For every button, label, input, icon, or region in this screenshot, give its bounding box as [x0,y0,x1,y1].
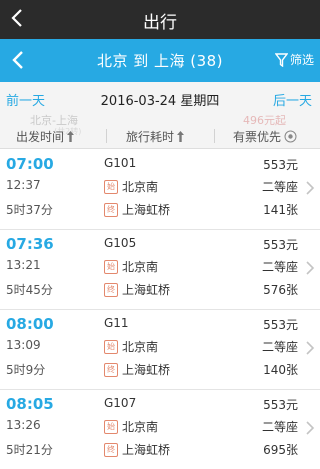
travel-duration: 5时37分 [6,203,53,217]
tickets-available: 576张 [263,283,298,297]
travel-duration: 5时45分 [6,283,53,297]
train-number: G11 [104,316,129,330]
departure-station: 始北京南 [104,258,158,275]
departure-time: 08:05 [6,395,54,413]
departure-station: 始北京南 [104,338,158,355]
end-station-badge: 终 [104,442,118,457]
arrival-time: 12:37 [6,178,41,192]
chevron-right-icon [306,421,315,435]
arrival-station-name: 上海虹桥 [122,203,171,217]
tickets-available: 140张 [263,363,298,377]
ticket-price: 553元 [263,318,298,332]
next-day-button[interactable]: 后一天 [273,90,312,109]
train-row[interactable]: 07:36 13:21 5时45分 G105 始北京南终上海虹桥 553元 二等座 576张 [0,230,320,310]
seat-class: 二等座 [261,260,298,274]
date-navigation: 前一天 2016-03-24 星期四 后一天 [0,82,320,115]
departure-time: 08:00 [6,315,54,333]
chevron-right-icon [306,341,315,355]
filter-label: 筛选 [289,53,314,67]
start-station-badge: 始 [104,259,118,274]
tickets-available: 141张 [263,203,298,217]
train-number: G107 [104,396,137,410]
arrival-station: 终上海虹桥 [104,201,170,218]
train-number: G105 [104,236,137,250]
tickets-available: 695张 [263,443,298,457]
route-title: 北京 到 上海 (38) [96,52,224,70]
train-number: G101 [104,156,137,170]
arrival-station-name: 上海虹桥 [122,443,171,457]
arrival-station: 终上海虹桥 [104,361,170,378]
train-row[interactable]: 08:05 13:26 5时21分 G107 始北京南终上海虹桥 553元 二等座 695张 [0,390,320,469]
route-title-bar: 北京 到 上海 (38) 筛选 [0,39,320,82]
app-title: 出行 [143,13,177,33]
ghost-price-text: 496元起 [243,114,286,127]
travel-duration: 5时9分 [6,363,46,377]
sort-departure-label: 出发时间 [16,130,65,144]
chevron-right-icon [306,181,315,195]
arrival-time: 13:21 [6,258,41,272]
sort-departure-button[interactable]: 出发时间 [16,128,75,145]
divider [214,129,215,143]
start-station-badge: 始 [104,419,118,434]
arrow-up-icon [177,131,185,142]
departure-station: 始北京南 [104,418,158,435]
ticket-price: 553元 [263,398,298,412]
sort-bar: 北京-上海 (共2转) 496元起 出发时间 旅行耗时 有票优先 [0,114,320,149]
seat-class: 二等座 [261,180,298,194]
travel-duration: 5时21分 [6,443,53,457]
arrival-station-name: 上海虹桥 [122,283,171,297]
ticket-price: 553元 [263,158,298,172]
arrival-station-name: 上海虹桥 [122,363,171,377]
departure-station: 始北京南 [104,178,158,195]
filter-button[interactable]: 筛选 [274,51,314,68]
arrival-time: 13:26 [6,418,41,432]
start-station-badge: 始 [104,179,118,194]
departure-time: 07:36 [6,235,54,253]
arrival-time: 13:09 [6,338,41,352]
departure-station-name: 北京南 [122,340,159,354]
start-station-badge: 始 [104,339,118,354]
departure-station-name: 北京南 [122,260,159,274]
end-station-badge: 终 [104,282,118,297]
train-row[interactable]: 07:00 12:37 5时37分 G101 始北京南终上海虹桥 553元 二等座 141张 [0,150,320,230]
departure-time: 07:00 [6,155,54,173]
radio-icon [284,130,297,143]
sort-available-label: 有票优先 [233,130,282,144]
arrow-up-icon [67,131,75,142]
app-header: 出行 [0,0,320,39]
arrival-station: 终上海虹桥 [104,281,170,298]
divider [106,129,107,143]
train-list: 07:00 12:37 5时37分 G101 始北京南终上海虹桥 553元 二等座 141张 0… [0,150,320,469]
sort-available-button[interactable]: 有票优先 [233,128,297,145]
arrival-station: 终上海虹桥 [104,441,170,458]
end-station-badge: 终 [104,362,118,377]
ticket-price: 553元 [263,238,298,252]
sort-duration-label: 旅行耗时 [126,130,175,144]
seat-class: 二等座 [261,420,298,434]
end-station-badge: 终 [104,202,118,217]
seat-class: 二等座 [261,340,298,354]
train-row[interactable]: 08:00 13:09 5时9分 G11 始北京南终上海虹桥 553元 二等座 140张 [0,310,320,390]
filter-icon [274,52,288,67]
sort-duration-button[interactable]: 旅行耗时 [126,128,185,145]
chevron-right-icon [306,261,315,275]
departure-station-name: 北京南 [122,420,159,434]
departure-station-name: 北京南 [122,180,159,194]
